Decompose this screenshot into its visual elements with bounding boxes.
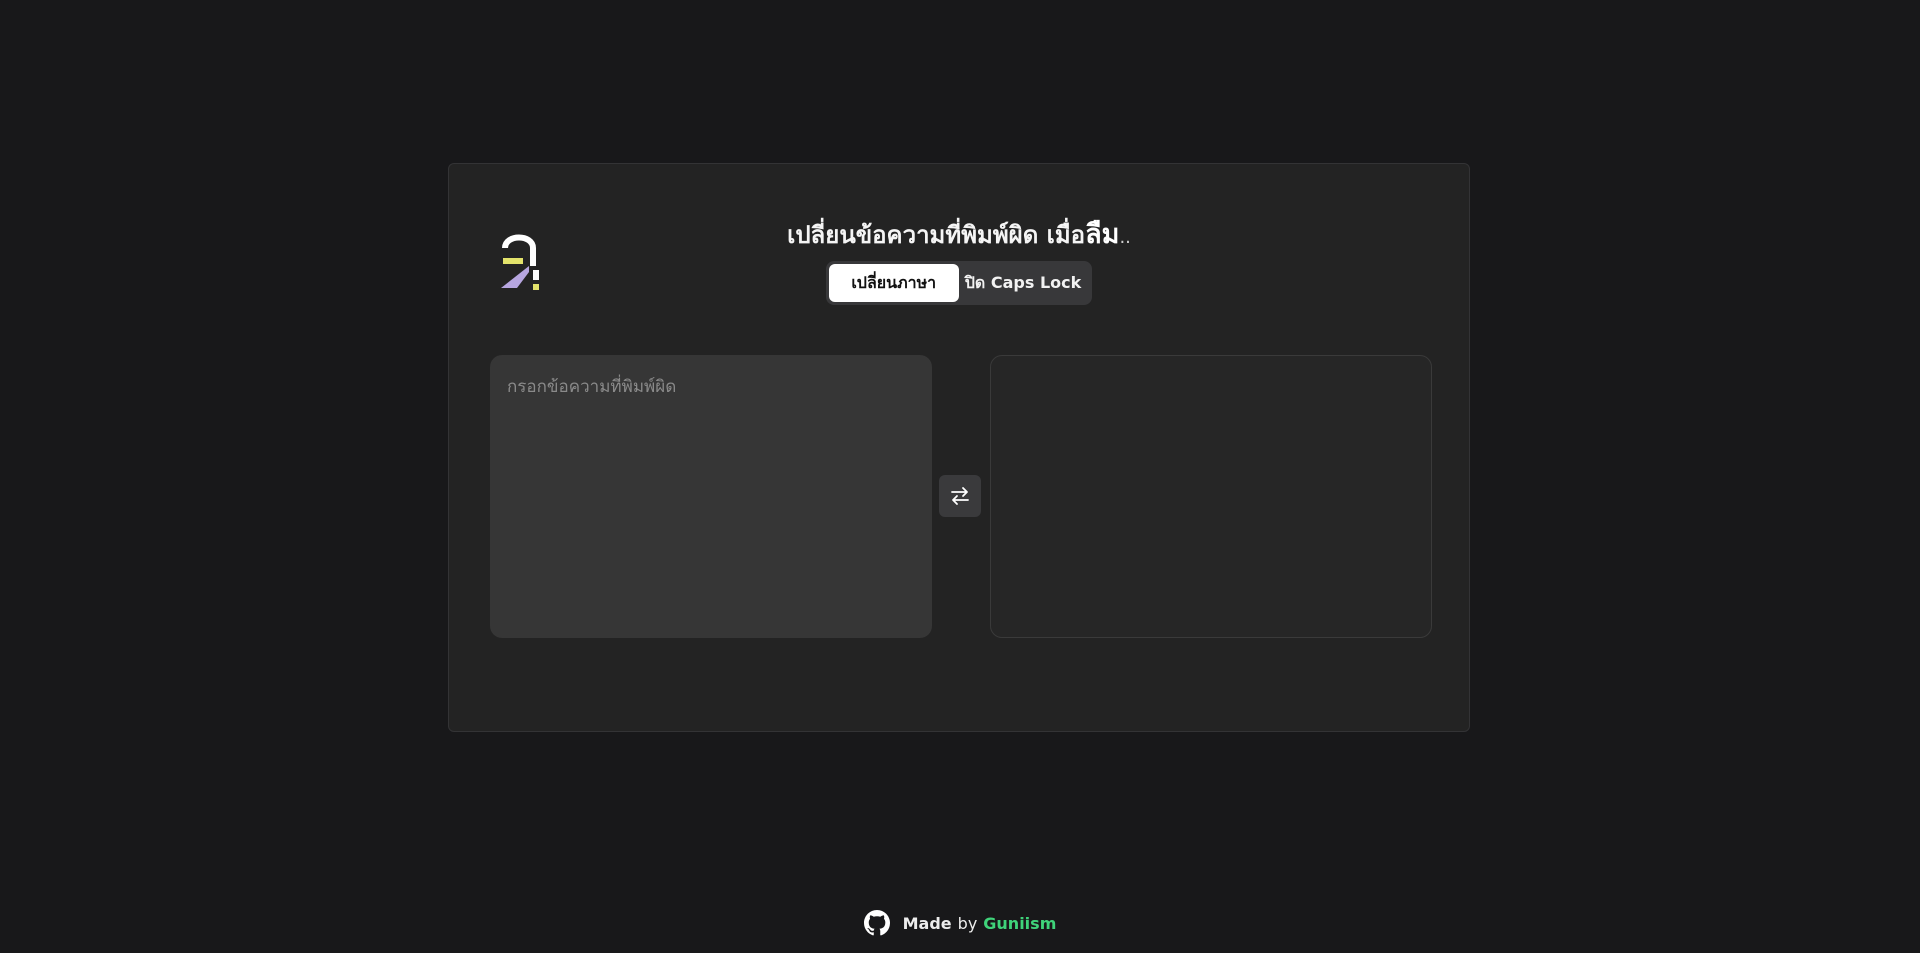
mode-switch-language-button[interactable]: เปลี่ยนภาษา <box>828 264 959 302</box>
title-prefix: เปลี่ยนข้อความที่พิมพ์ผิด เมื่อ <box>787 221 1086 249</box>
mode-toggle: เปลี่ยนภาษา ปิด Caps Lock <box>825 261 1093 305</box>
output-box <box>990 355 1432 638</box>
author-link[interactable]: Guniism <box>983 914 1056 933</box>
input-textarea[interactable] <box>490 355 932 638</box>
converter-card: เปลี่ยนข้อความที่พิมพ์ผิด เมื่อลืม.. เปล… <box>448 163 1470 732</box>
github-icon[interactable] <box>863 910 890 936</box>
swap-arrows-icon <box>951 487 969 505</box>
mode-caps-lock-button[interactable]: ปิด Caps Lock <box>959 264 1090 302</box>
by-label: by <box>957 913 978 933</box>
page-title: เปลี่ยนข้อความที่พิมพ์ผิด เมื่อลืม.. <box>449 218 1469 255</box>
swap-button[interactable] <box>939 475 981 517</box>
title-suffix: .. <box>1119 227 1131 248</box>
made-label: Made <box>902 913 952 933</box>
footer: Made by Guniism <box>0 910 1920 936</box>
header: เปลี่ยนข้อความที่พิมพ์ผิด เมื่อลืม.. เปล… <box>449 218 1469 305</box>
title-emphasis: ลืม <box>1085 219 1120 250</box>
